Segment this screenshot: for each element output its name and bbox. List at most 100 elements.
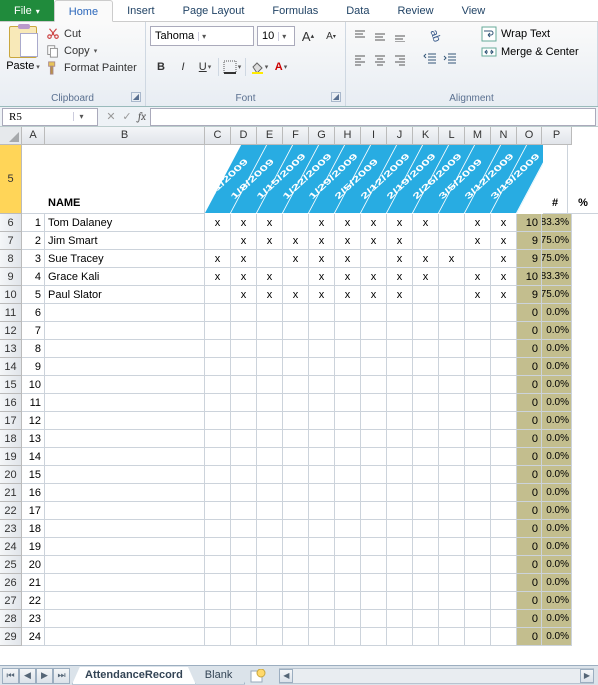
row-number-cell[interactable]: 17 [22, 502, 45, 520]
attendance-cell[interactable] [361, 574, 387, 592]
attendance-cell[interactable] [309, 628, 335, 646]
clipboard-dialog-launcher[interactable]: ◢ [131, 92, 141, 102]
row-header[interactable]: 26 [0, 574, 22, 592]
attendance-cell[interactable] [309, 484, 335, 502]
name-box[interactable]: ▾ [2, 108, 98, 126]
attendance-cell[interactable] [439, 376, 465, 394]
attendance-cell[interactable] [231, 538, 257, 556]
attendance-cell[interactable] [335, 430, 361, 448]
attendance-cell[interactable] [465, 520, 491, 538]
attendance-cell[interactable] [413, 484, 439, 502]
attendance-cell[interactable] [361, 538, 387, 556]
attendance-cell[interactable] [361, 394, 387, 412]
attendance-cell[interactable] [231, 322, 257, 340]
count-cell[interactable]: 0 [517, 484, 542, 502]
attendance-cell[interactable] [387, 322, 413, 340]
attendance-cell[interactable] [491, 376, 517, 394]
formula-input[interactable] [150, 108, 596, 126]
align-center-button[interactable] [370, 50, 390, 70]
attendance-cell[interactable] [491, 430, 517, 448]
name-cell[interactable] [45, 376, 205, 394]
name-cell[interactable] [45, 340, 205, 358]
pct-cell[interactable]: 0.0% [542, 376, 572, 394]
attendance-cell[interactable] [491, 520, 517, 538]
attendance-cell[interactable] [205, 322, 231, 340]
attendance-cell[interactable] [335, 502, 361, 520]
attendance-cell[interactable] [387, 394, 413, 412]
attendance-cell[interactable] [231, 358, 257, 376]
attendance-cell[interactable] [439, 574, 465, 592]
attendance-cell[interactable] [205, 304, 231, 322]
name-cell[interactable] [45, 394, 205, 412]
row-header[interactable]: 17 [0, 412, 22, 430]
attendance-cell[interactable] [231, 628, 257, 646]
column-header[interactable]: F [283, 127, 309, 145]
format-painter-button[interactable]: Format Painter [46, 61, 137, 75]
fx-button[interactable]: fx [138, 110, 146, 123]
row-number-cell[interactable]: 2 [22, 232, 45, 250]
attendance-cell[interactable] [413, 376, 439, 394]
name-cell[interactable] [45, 556, 205, 574]
attendance-cell[interactable]: x [231, 286, 257, 304]
attendance-cell[interactable] [335, 358, 361, 376]
attendance-cell[interactable] [309, 448, 335, 466]
attendance-cell[interactable] [387, 376, 413, 394]
attendance-cell[interactable] [439, 412, 465, 430]
row-header[interactable]: 10 [0, 286, 22, 304]
italic-button[interactable]: I [172, 56, 194, 78]
attendance-cell[interactable] [309, 466, 335, 484]
attendance-cell[interactable] [465, 556, 491, 574]
attendance-cell[interactable]: x [465, 268, 491, 286]
row-number-cell[interactable]: 5 [22, 286, 45, 304]
pct-cell[interactable]: 0.0% [542, 448, 572, 466]
attendance-cell[interactable]: x [387, 268, 413, 286]
attendance-cell[interactable] [205, 574, 231, 592]
attendance-cell[interactable] [491, 502, 517, 520]
attendance-cell[interactable]: x [309, 250, 335, 268]
sheet-nav-first[interactable]: ⏮ [2, 668, 19, 684]
row-number-cell[interactable]: 3 [22, 250, 45, 268]
count-cell[interactable]: 0 [517, 430, 542, 448]
attendance-cell[interactable] [283, 268, 309, 286]
attendance-cell[interactable] [361, 304, 387, 322]
attendance-cell[interactable] [439, 466, 465, 484]
attendance-cell[interactable] [465, 358, 491, 376]
count-cell[interactable]: 0 [517, 538, 542, 556]
attendance-cell[interactable] [387, 466, 413, 484]
attendance-cell[interactable] [335, 628, 361, 646]
column-header[interactable]: O [517, 127, 542, 145]
attendance-cell[interactable] [231, 448, 257, 466]
file-tab[interactable]: File [0, 0, 54, 21]
attendance-cell[interactable] [361, 250, 387, 268]
orientation-button[interactable]: ab [420, 26, 450, 46]
wrap-text-button[interactable]: Wrap Text [481, 26, 579, 42]
attendance-cell[interactable] [335, 592, 361, 610]
attendance-cell[interactable] [439, 628, 465, 646]
attendance-cell[interactable] [257, 394, 283, 412]
attendance-cell[interactable] [309, 502, 335, 520]
attendance-cell[interactable] [491, 466, 517, 484]
attendance-cell[interactable] [465, 412, 491, 430]
attendance-cell[interactable]: x [335, 268, 361, 286]
attendance-cell[interactable]: x [413, 250, 439, 268]
pct-cell[interactable]: 0.0% [542, 304, 572, 322]
attendance-cell[interactable] [283, 484, 309, 502]
pct-cell[interactable]: 0.0% [542, 520, 572, 538]
count-cell[interactable]: 0 [517, 376, 542, 394]
count-cell[interactable]: 9 [517, 286, 542, 304]
attendance-cell[interactable] [413, 610, 439, 628]
count-cell[interactable]: 0 [517, 466, 542, 484]
attendance-cell[interactable] [309, 574, 335, 592]
attendance-cell[interactable]: x [491, 250, 517, 268]
attendance-cell[interactable]: x [491, 232, 517, 250]
count-cell[interactable]: 0 [517, 394, 542, 412]
attendance-cell[interactable] [205, 232, 231, 250]
attendance-cell[interactable] [283, 448, 309, 466]
row-number-cell[interactable]: 4 [22, 268, 45, 286]
attendance-cell[interactable] [257, 502, 283, 520]
grow-font-button[interactable]: A▴ [298, 26, 318, 46]
attendance-cell[interactable] [231, 466, 257, 484]
row-header[interactable]: 11 [0, 304, 22, 322]
row-number-cell[interactable]: 6 [22, 304, 45, 322]
column-header[interactable]: G [309, 127, 335, 145]
